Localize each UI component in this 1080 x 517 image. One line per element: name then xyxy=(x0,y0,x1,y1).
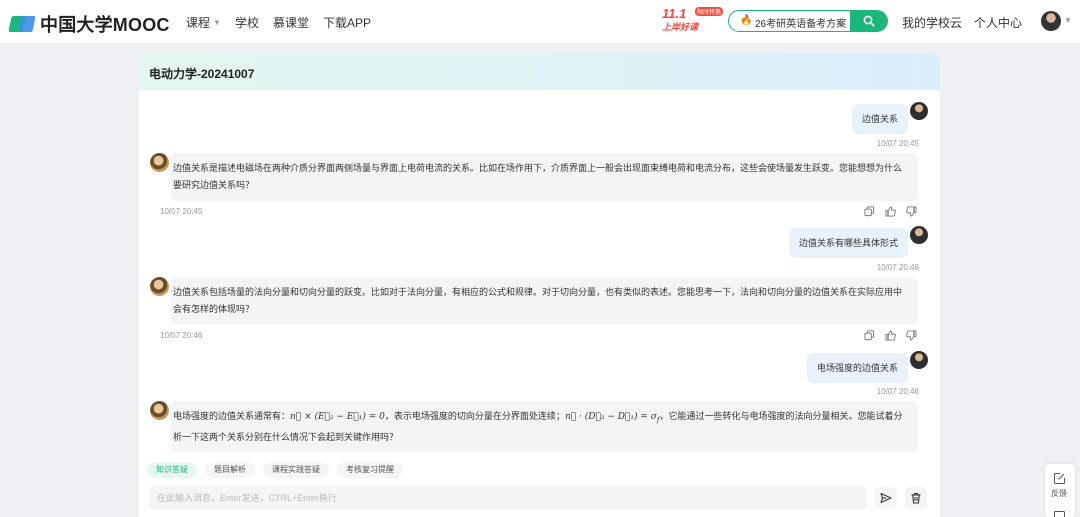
chip-practice-qa[interactable]: 课程实践答疑 xyxy=(263,462,329,478)
user-message-text: 边值关系有哪些具体形式 xyxy=(788,228,908,258)
chip-problem-analysis[interactable]: 题目解析 xyxy=(205,462,255,478)
user-avatar xyxy=(910,226,928,244)
chat-header: 电动力学-20241007 xyxy=(139,54,940,90)
user-message-text: 电场强度的边值关系 xyxy=(806,353,908,383)
my-school-cloud-link[interactable]: 我的学校云 xyxy=(902,14,962,31)
feedback-label: 反馈 xyxy=(1051,489,1067,498)
assistant-avatar xyxy=(150,153,169,172)
nav-item-mooc-classroom[interactable]: 慕课堂 xyxy=(273,14,309,31)
chevron-down-icon[interactable]: ▼ xyxy=(1064,16,1072,25)
message-time: 10/07 20:46 xyxy=(160,331,203,340)
personal-center-link[interactable]: 个人中心 xyxy=(974,14,1022,31)
search-text[interactable]: 26考研英语备考方案 xyxy=(755,15,846,30)
search-button[interactable] xyxy=(850,11,887,31)
copy-icon[interactable] xyxy=(864,206,875,217)
text-segment: 电场强度的边值关系通常有： xyxy=(173,411,291,421)
clear-button[interactable] xyxy=(905,487,927,509)
formula-tangential: n⃗ × (E⃗₂ − E⃗₁) = 0 xyxy=(290,412,385,422)
trash-icon xyxy=(911,492,921,504)
user-avatar xyxy=(910,102,928,120)
message-input[interactable] xyxy=(149,486,867,510)
search-icon xyxy=(863,15,875,27)
message-list[interactable]: 边值关系 10/07 20:45 边值关系是描述电磁场在两种介质分界面两侧场量与… xyxy=(139,90,940,452)
search-box[interactable]: 🔥 26考研英语备考方案 xyxy=(728,10,888,32)
feedback-sidebar[interactable]: 反馈 xyxy=(1045,464,1075,517)
thumbs-up-icon[interactable] xyxy=(885,330,896,341)
assistant-message-text: 电场强度的边值关系通常有：n⃗ × (E⃗₂ − E⃗₁) = 0，表示电场强度… xyxy=(171,401,918,452)
promo-banner[interactable]: 11.1 限时特惠 上岸好课 xyxy=(662,6,724,32)
user-message: 边值关系 xyxy=(851,102,928,134)
logo-mark-icon xyxy=(8,14,36,34)
site-logo[interactable]: 中国大学MOOC xyxy=(8,11,170,37)
chat-icon xyxy=(1054,511,1065,517)
text-segment: ，表示电场强度的切向分量在分界面处连续； xyxy=(384,411,565,421)
message-time: 10/07 20:46 xyxy=(876,387,919,396)
user-message: 电场强度的边值关系 xyxy=(806,351,928,383)
user-avatar xyxy=(910,351,928,369)
assistant-avatar xyxy=(150,401,169,420)
nav-item-courses[interactable]: 课程 ▼ xyxy=(186,14,221,31)
assistant-message: 边值关系是描述电磁场在两种介质分界面两侧场量与界面上电荷电流的关系。比如在场作用… xyxy=(150,153,918,201)
promo-big-text: 11.1 xyxy=(662,6,687,21)
thumbs-down-icon[interactable] xyxy=(906,206,917,217)
assistant-message: 电场强度的边值关系通常有：n⃗ × (E⃗₂ − E⃗₁) = 0，表示电场强度… xyxy=(150,401,918,452)
caret-down-icon: ▼ xyxy=(213,18,221,27)
promo-sub-text: 上岸好课 xyxy=(662,22,699,32)
message-time: 10/07 20:45 xyxy=(876,139,919,148)
copy-icon[interactable] xyxy=(864,330,875,341)
top-navigation-bar: 中国大学MOOC 课程 ▼ 学校 慕课堂 下载APP 11.1 限时特惠 上岸好课… xyxy=(0,0,1080,43)
chat-panel: 电动力学-20241007 边值关系 10/07 20:45 边值关系是描述电磁… xyxy=(139,54,940,517)
message-time: 10/07 20:45 xyxy=(160,207,203,216)
thumbs-down-icon[interactable] xyxy=(906,330,917,341)
fire-icon: 🔥 xyxy=(740,15,753,26)
assistant-message-text: 边值关系是描述电磁场在两种介质分界面两侧场量与界面上电荷电流的关系。比如在场作用… xyxy=(171,153,918,201)
send-icon xyxy=(880,492,892,504)
logo-text: 中国大学MOOC xyxy=(40,15,170,35)
formula-normal: n⃗ · (D⃗₂ − D⃗₁) = σ xyxy=(564,412,657,422)
assistant-message: 边值关系包括场量的法向分量和切向分量的跃变。比如对于法向分量，有相应的公式和规律… xyxy=(150,277,918,325)
chip-knowledge-qa[interactable]: 知识答疑 xyxy=(147,462,197,478)
edit-icon xyxy=(1054,473,1065,484)
main-nav: 课程 ▼ 学校 慕课堂 下载APP xyxy=(186,14,371,31)
message-actions xyxy=(864,330,917,341)
assistant-message-text: 边值关系包括场量的法向分量和切向分量的跃变。比如对于法向分量，有相应的公式和规律… xyxy=(171,277,918,325)
message-actions xyxy=(864,206,917,217)
message-time: 10/07 20:46 xyxy=(876,263,919,272)
user-message-text: 边值关系 xyxy=(851,104,908,134)
assistant-avatar xyxy=(150,277,169,296)
chip-exam-reminder[interactable]: 考核复习提醒 xyxy=(337,462,403,478)
thumbs-up-icon[interactable] xyxy=(885,206,896,217)
nav-item-label: 课程 xyxy=(186,16,211,30)
send-button[interactable] xyxy=(875,487,897,509)
nav-item-schools[interactable]: 学校 xyxy=(235,14,259,31)
nav-item-download-app[interactable]: 下载APP xyxy=(323,14,371,31)
user-avatar[interactable] xyxy=(1041,11,1061,31)
tool-chips: 知识答疑 题目解析 课程实践答疑 考核复习提醒 xyxy=(147,462,403,478)
chat-title: 电动力学-20241007 xyxy=(149,67,255,81)
promo-tag: 限时特惠 xyxy=(695,7,724,16)
user-message: 边值关系有哪些具体形式 xyxy=(788,226,928,258)
